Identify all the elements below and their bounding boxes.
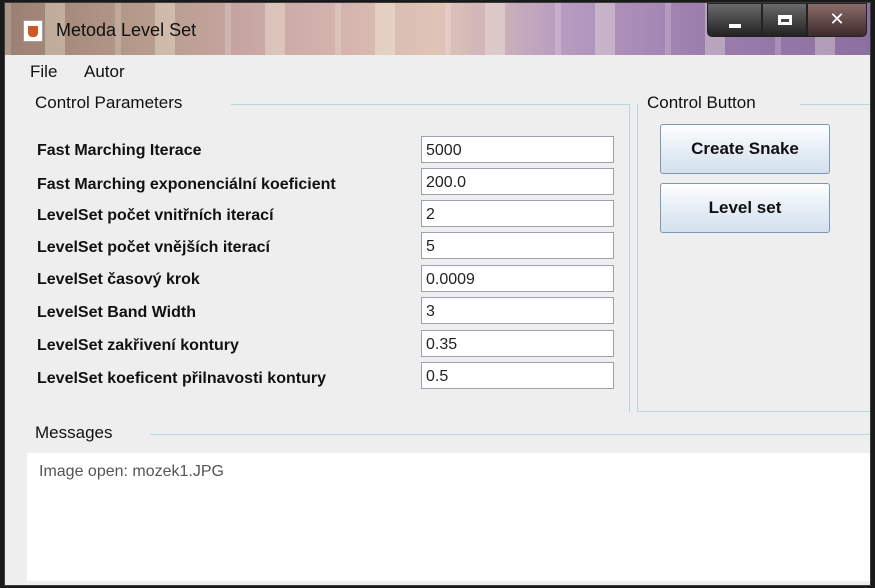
- param-input-fm-koeficient[interactable]: [421, 168, 614, 195]
- param-label-ls-casovy-krok: LevelSet časový krok: [37, 271, 200, 288]
- param-input-ls-band-width[interactable]: [421, 297, 614, 324]
- level-set-button[interactable]: Level set: [660, 183, 830, 233]
- menu-file[interactable]: File: [30, 62, 57, 82]
- maximize-button[interactable]: [762, 3, 807, 37]
- control-button-title: Control Button: [647, 93, 756, 112]
- minimize-icon: [728, 24, 741, 28]
- divider: [800, 104, 870, 105]
- param-label-fm-iterace: Fast Marching Iterace: [37, 142, 202, 159]
- title-bar[interactable]: Metoda Level Set ✕: [5, 3, 870, 55]
- menu-bar: File Autor: [5, 57, 870, 85]
- param-label-ls-vnitrni: LevelSet počet vnitřních iterací: [37, 207, 274, 224]
- close-button[interactable]: ✕: [807, 3, 867, 37]
- app-window: Metoda Level Set ✕ File Autor Control Pa…: [4, 2, 871, 586]
- divider: [629, 104, 630, 412]
- java-app-icon: [23, 20, 43, 42]
- param-label-ls-vnejsi: LevelSet počet vnějších iterací: [37, 239, 270, 256]
- divider: [231, 104, 629, 105]
- messages-title: Messages: [35, 423, 113, 442]
- window-title: Metoda Level Set: [56, 20, 197, 40]
- menu-autor[interactable]: Autor: [84, 62, 125, 82]
- param-label-ls-band-width: LevelSet Band Width: [37, 304, 196, 321]
- param-label-ls-prilnavost: LevelSet koeficent přilnavosti kontury: [37, 370, 326, 387]
- create-snake-button[interactable]: Create Snake: [660, 124, 830, 174]
- param-label-ls-zakriveni: LevelSet zakřivení kontury: [37, 337, 239, 354]
- messages-text-area[interactable]: Image open: mozek1.JPG: [27, 453, 870, 581]
- close-icon: ✕: [829, 9, 845, 30]
- divider: [150, 434, 870, 435]
- param-input-ls-prilnavost[interactable]: [421, 362, 614, 389]
- param-input-ls-zakriveni[interactable]: [421, 330, 614, 357]
- control-parameters-title: Control Parameters: [35, 93, 183, 112]
- param-input-ls-vnejsi[interactable]: [421, 232, 614, 259]
- minimize-button[interactable]: [707, 3, 762, 37]
- divider: [637, 104, 638, 412]
- param-input-ls-vnitrni[interactable]: [421, 200, 614, 227]
- param-input-fm-iterace[interactable]: [421, 136, 614, 163]
- message-line: Image open: mozek1.JPG: [39, 463, 224, 480]
- param-input-ls-casovy-krok[interactable]: [421, 265, 614, 292]
- maximize-icon: [777, 15, 792, 25]
- divider: [637, 411, 870, 412]
- param-label-fm-koeficient: Fast Marching exponenciální koeficient: [37, 176, 336, 193]
